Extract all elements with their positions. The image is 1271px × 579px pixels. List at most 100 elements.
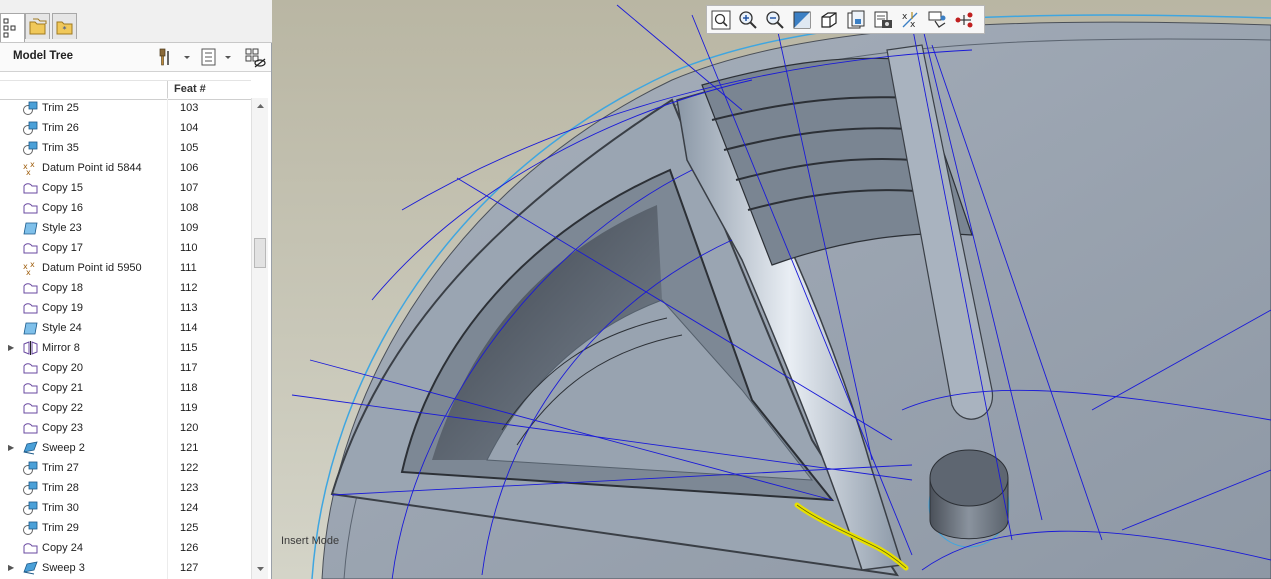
tree-row[interactable]: Copy 18 112 xyxy=(0,278,251,298)
repaint-button[interactable] xyxy=(791,9,813,31)
feature-name: Copy 17 xyxy=(42,242,83,254)
expand-arrow-icon[interactable]: ▶ xyxy=(8,443,16,452)
spin-center-button[interactable] xyxy=(953,9,975,31)
tree-row[interactable]: x x x Datum Point id 5844 106 xyxy=(0,158,251,178)
scrollbar-arrows-icon xyxy=(257,104,264,571)
feature-number: 109 xyxy=(180,222,199,234)
feature-name: Copy 22 xyxy=(42,402,83,414)
feature-name: Trim 26 xyxy=(42,122,79,134)
feature-name: Trim 28 xyxy=(42,482,79,494)
tab-folder-browser[interactable] xyxy=(25,13,50,39)
tree-row[interactable]: Copy 23 120 xyxy=(0,418,251,438)
feature-name: Sweep 2 xyxy=(42,442,85,454)
tree-vertical-scrollbar[interactable] xyxy=(251,98,268,579)
copy-icon xyxy=(23,381,38,395)
saved-views-button[interactable] xyxy=(845,9,867,31)
feature-name: Datum Point id 5844 xyxy=(42,162,142,174)
list-options-icon xyxy=(201,48,231,66)
tree-filter-icon xyxy=(245,48,266,68)
feature-name: Trim 27 xyxy=(42,462,79,474)
tree-row[interactable]: Copy 24 126 xyxy=(0,538,251,558)
tree-row[interactable]: Trim 30 124 xyxy=(0,498,251,518)
style-icon xyxy=(23,321,38,335)
tree-row[interactable]: ▶ Sweep 2 121 xyxy=(0,438,251,458)
trim-icon xyxy=(23,481,38,495)
mirror-icon xyxy=(23,341,38,355)
svg-text:x: x xyxy=(910,20,916,30)
tree-row[interactable]: Trim 25 103 xyxy=(0,98,251,118)
expand-arrow-icon[interactable]: ▶ xyxy=(8,563,16,572)
feature-number: 126 xyxy=(180,542,199,554)
tree-row[interactable]: x x x Datum Point id 5950 111 xyxy=(0,258,251,278)
refit-button[interactable] xyxy=(710,9,732,31)
feature-number: 107 xyxy=(180,182,199,194)
feature-number: 119 xyxy=(180,402,198,414)
tree-row[interactable]: ▶ Mirror 8 115 xyxy=(0,338,251,358)
feature-number: 111 xyxy=(180,262,197,274)
refit-icon xyxy=(711,10,731,30)
tree-row[interactable]: Copy 21 118 xyxy=(0,378,251,398)
datum-point-icon: xxx xyxy=(23,260,38,277)
tree-filter-button[interactable] xyxy=(244,47,268,68)
tree-row[interactable]: Copy 15 107 xyxy=(0,178,251,198)
feature-number: 122 xyxy=(180,462,199,474)
tree-row[interactable]: Copy 22 119 xyxy=(0,398,251,418)
scrollbar-thumb[interactable] xyxy=(254,238,266,268)
view-orientation-button[interactable] xyxy=(818,9,840,31)
sweep-icon xyxy=(23,561,38,575)
tree-row[interactable]: Copy 19 113 xyxy=(0,298,251,318)
feature-number: 105 xyxy=(180,142,199,154)
feature-number: 110 xyxy=(180,242,198,254)
copy-icon xyxy=(23,201,38,215)
settings-menu-button[interactable] xyxy=(157,47,193,67)
feature-number: 120 xyxy=(180,422,199,434)
wheel-model-render[interactable] xyxy=(272,0,1271,579)
feature-name: Copy 19 xyxy=(42,302,83,314)
tab-favorites[interactable]: * xyxy=(52,13,77,39)
feature-number: 103 xyxy=(180,102,199,114)
display-style-icon xyxy=(874,11,892,28)
annotation-display-icon xyxy=(928,11,946,28)
copy-icon xyxy=(23,181,38,195)
model-tree-panel: * Model Tree Feat # Trim 25 103 Trim 26 … xyxy=(0,0,272,579)
tree-row[interactable]: Style 23 109 xyxy=(0,218,251,238)
feat-number-column-header[interactable]: Feat # xyxy=(174,83,206,95)
copy-icon xyxy=(23,361,38,375)
datum-display-button[interactable]: x x xyxy=(899,9,921,31)
feature-name: Sweep 3 xyxy=(42,562,85,574)
feature-name: Copy 21 xyxy=(42,382,83,394)
tree-row[interactable]: Trim 29 125 xyxy=(0,518,251,538)
tree-row[interactable]: Trim 28 123 xyxy=(0,478,251,498)
graphics-viewport[interactable]: x x Insert Mode xyxy=(272,0,1271,579)
copy-icon xyxy=(23,281,38,295)
tree-row[interactable]: Trim 35 105 xyxy=(0,138,251,158)
svg-text:x: x xyxy=(30,161,35,169)
annotation-display-button[interactable] xyxy=(926,9,948,31)
zoom-in-button[interactable] xyxy=(737,9,759,31)
feature-number: 108 xyxy=(180,202,199,214)
model-tree-rows: Trim 25 103 Trim 26 104 Trim 35 105 x x x Datum P… xyxy=(0,98,251,579)
tree-row[interactable]: Style 24 114 xyxy=(0,318,251,338)
feature-name: Datum Point id 5950 xyxy=(42,262,142,274)
show-menu-button[interactable] xyxy=(200,47,236,67)
copy-icon xyxy=(23,301,38,315)
column-divider[interactable] xyxy=(167,81,168,99)
svg-text:x: x xyxy=(902,12,908,22)
display-style-button[interactable] xyxy=(872,9,894,31)
tab-model-tree[interactable] xyxy=(0,13,25,42)
tree-row[interactable]: Copy 20 117 xyxy=(0,358,251,378)
feature-number: 118 xyxy=(180,382,198,394)
hammer-settings-icon xyxy=(159,48,190,66)
tree-row[interactable]: Copy 17 110 xyxy=(0,238,251,258)
zoom-in-icon xyxy=(739,11,757,29)
tree-row[interactable]: Trim 26 104 xyxy=(0,118,251,138)
copy-icon xyxy=(23,421,38,435)
view-orientation-icon xyxy=(821,12,837,28)
tree-row[interactable]: Trim 27 122 xyxy=(0,458,251,478)
model-tree-title: Model Tree xyxy=(13,50,74,62)
zoom-out-button[interactable] xyxy=(764,9,786,31)
tree-row[interactable]: Copy 16 108 xyxy=(0,198,251,218)
tree-row[interactable]: ▶ Sweep 3 127 xyxy=(0,558,251,578)
expand-arrow-icon[interactable]: ▶ xyxy=(8,343,16,352)
feature-name: Copy 20 xyxy=(42,362,83,374)
